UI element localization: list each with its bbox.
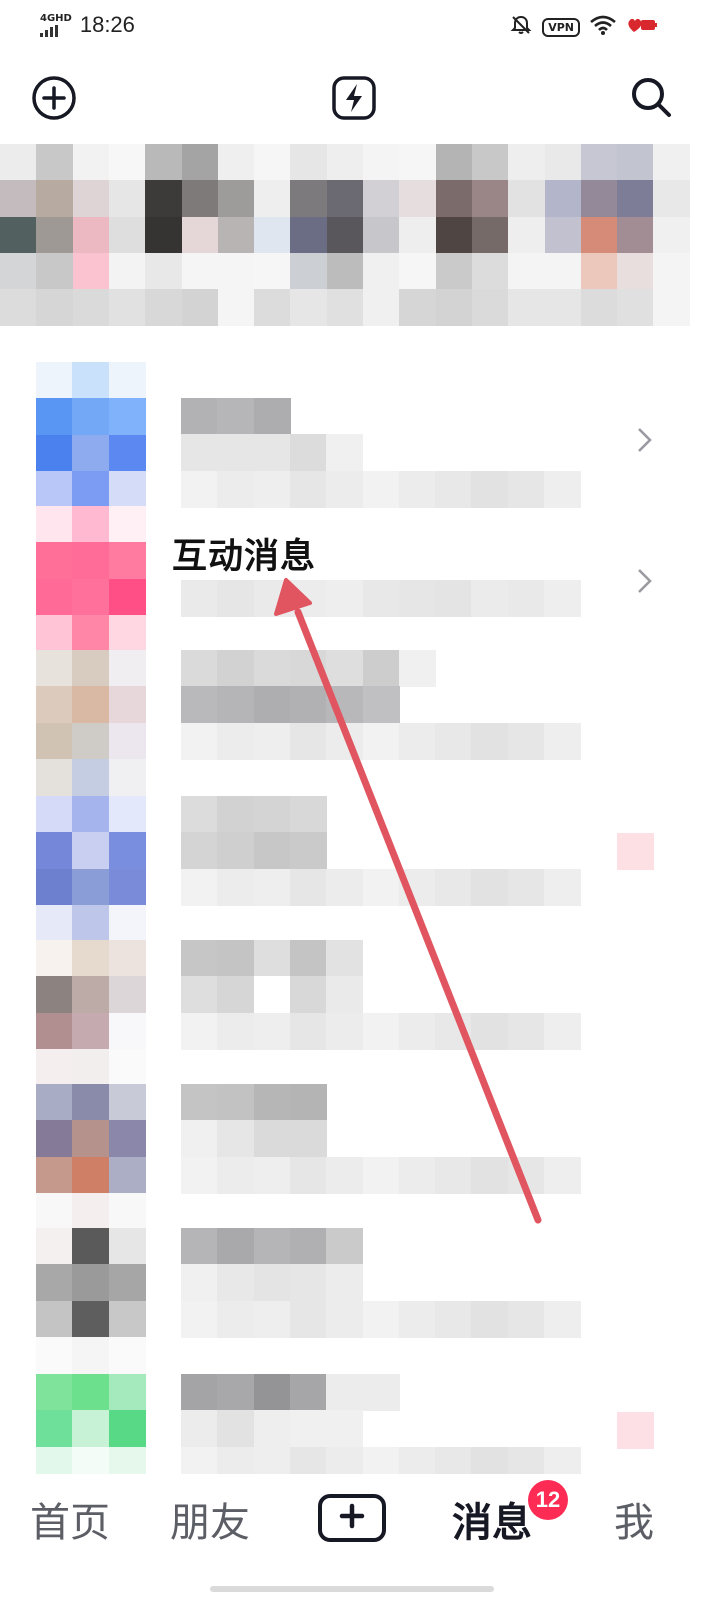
messages-badge: 12 <box>528 1480 568 1520</box>
nav-messages[interactable]: 消息 <box>452 1490 532 1548</box>
plus-icon <box>339 1503 365 1533</box>
create-button[interactable] <box>318 1494 386 1542</box>
bottom-nav: 首页 朋友 消息 12 我 <box>0 1474 720 1600</box>
nav-friends[interactable]: 朋友 <box>170 1490 250 1548</box>
nav-me[interactable]: 我 <box>614 1490 654 1548</box>
home-indicator[interactable] <box>210 1586 494 1592</box>
nav-home[interactable]: 首页 <box>30 1490 110 1548</box>
annotation-arrow <box>274 578 542 1224</box>
